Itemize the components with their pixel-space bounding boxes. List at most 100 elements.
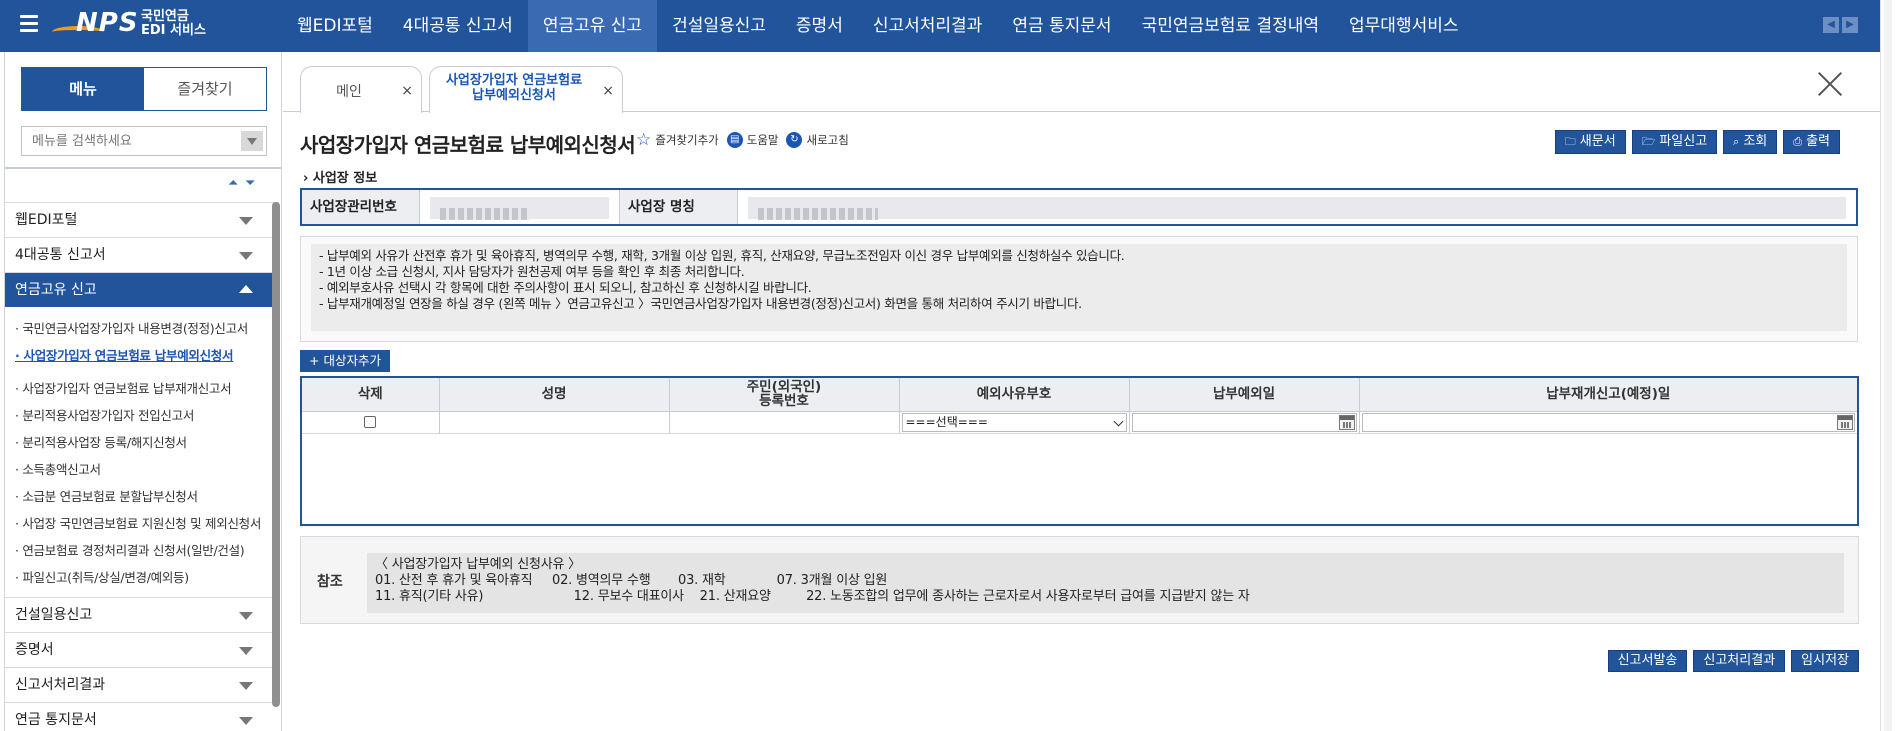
chevron-down-icon bbox=[239, 612, 253, 620]
logo-subtitle-line2: EDI 서비스 bbox=[141, 23, 206, 38]
sidebar-item-label: 웹EDI포털 bbox=[15, 212, 78, 228]
search-button[interactable]: ⌕ 조회 bbox=[1723, 130, 1778, 154]
nav-pension-notices[interactable]: 연금 통지문서 bbox=[997, 0, 1126, 52]
section-workplace-info: › 사업장 정보 bbox=[303, 171, 378, 186]
tab-label: 사업장가입자 연금보험료 납부예외신청서 bbox=[430, 73, 598, 103]
collapse-all-icon[interactable]: ⏶ bbox=[228, 177, 238, 191]
calendar-icon[interactable] bbox=[1338, 414, 1355, 430]
chevron-right-icon[interactable]: ▶ bbox=[1842, 17, 1858, 33]
print-button[interactable]: ⎙ 출력 bbox=[1783, 130, 1840, 154]
chevron-down-icon bbox=[239, 252, 253, 260]
tab-label: 메인 bbox=[336, 84, 362, 100]
calendar-icon[interactable] bbox=[1837, 414, 1853, 430]
mgmt-number-field[interactable] bbox=[430, 197, 609, 220]
add-subject-button[interactable]: + 대상자추가 bbox=[300, 350, 390, 372]
sidebar-item-label: 건설일용신고 bbox=[15, 607, 93, 623]
column-header-rrn: 주민(외국인) 등록번호 bbox=[669, 378, 900, 412]
main-content: 메인 × 사업장가입자 연금보험료 납부예외신청서 × 사업장가입자 연금보험료… bbox=[283, 52, 1880, 731]
tab-favorites[interactable]: 즐겨찾기 bbox=[144, 68, 266, 110]
new-document-button[interactable]: 🗀 새문서 bbox=[1554, 130, 1626, 154]
nav-agency-services[interactable]: 업무대행서비스 bbox=[1334, 0, 1473, 52]
rrn-cell[interactable] bbox=[669, 411, 900, 434]
nav-processing-results[interactable]: 신고서처리결과 bbox=[858, 0, 997, 52]
column-header-rrn-line2: 등록번호 bbox=[759, 393, 809, 410]
submenu-item[interactable]: · 소득총액신고서 bbox=[5, 456, 279, 483]
menu-search-input[interactable] bbox=[22, 127, 232, 155]
column-header-exception-code: 예외사유부호 bbox=[899, 378, 1130, 412]
tab-label-line2: 납부예외신청서 bbox=[472, 88, 556, 103]
nav-common-4-forms[interactable]: 4대공통 신고서 bbox=[388, 0, 528, 52]
exempt-date-input[interactable] bbox=[1131, 412, 1357, 432]
reference-line: 01. 산전 후 휴가 및 육아휴직 02. 병역의무 수행 03. 재학 07… bbox=[375, 573, 888, 588]
nav-pension-report[interactable]: 연금고유 신고 bbox=[527, 0, 658, 52]
nav-web-edi-portal[interactable]: 웹EDI포털 bbox=[282, 0, 388, 52]
sidebar-tabs: 메뉴 즐겨찾기 bbox=[21, 67, 267, 111]
sidebar-item-web-edi[interactable]: 웹EDI포털 bbox=[5, 202, 279, 237]
name-cell[interactable] bbox=[439, 411, 670, 434]
reference-text: 〈 사업장가입자 납부예외 신청사유 〉 01. 산전 후 휴가 및 육아휴직 … bbox=[367, 553, 1844, 613]
exception-code-value: ===선택=== bbox=[905, 414, 988, 429]
subject-grid: 삭제 성명 주민(외국인) 등록번호 예외사유부호 납부예외일 납부재개신고(예정… bbox=[300, 376, 1859, 526]
sidebar-scrollbar-thumb[interactable] bbox=[272, 202, 280, 707]
close-icon[interactable]: × bbox=[401, 83, 413, 99]
sidebar-item-results[interactable]: 신고서처리결과 bbox=[5, 667, 279, 702]
submenu-item[interactable]: · 파일신고(취득/상실/변경/예외등) bbox=[5, 564, 279, 591]
help-button[interactable]: ▤ 도움말 bbox=[726, 132, 778, 148]
sidebar-menu-list: 웹EDI포털 4대공통 신고서 연금고유 신고 · 국민연금사업장가입자 내용변… bbox=[5, 202, 279, 731]
window-scrollbar[interactable] bbox=[1884, 0, 1892, 731]
file-report-button[interactable]: 🗁 파일신고 bbox=[1631, 130, 1718, 154]
workplace-name-field[interactable] bbox=[748, 197, 1846, 220]
notice-line: - 1년 이상 소급 신청시, 지사 담당자가 원천공제 여부 등을 확인 후 … bbox=[319, 264, 745, 279]
temp-save-button[interactable]: 임시저장 bbox=[1791, 650, 1859, 672]
search-dropdown-icon[interactable] bbox=[241, 131, 263, 151]
search-icon: ⌕ bbox=[1733, 135, 1740, 148]
submenu-item[interactable]: · 소급분 연금보험료 분할납부신청서 bbox=[5, 483, 279, 510]
refresh-button[interactable]: ↻ 새로고침 bbox=[786, 132, 849, 148]
close-all-icon[interactable] bbox=[1816, 70, 1844, 98]
workplace-name-label: 사업장 명칭 bbox=[620, 190, 738, 224]
add-favorite-button[interactable]: ☆ 즐겨찾기추가 bbox=[636, 132, 719, 149]
submenu-item[interactable]: · 사업장가입자 연금보험료 납부재개신고서 bbox=[5, 375, 279, 402]
sidebar-item-label: 4대공통 신고서 bbox=[15, 247, 106, 263]
hamburger-menu-icon[interactable] bbox=[20, 15, 38, 35]
exempt-date-cell bbox=[1129, 411, 1360, 434]
notice-line: - 납부예외 사유가 산전후 휴가 및 육아휴직, 병역의무 수행, 재학, 3… bbox=[319, 248, 1125, 263]
sidebar-item-label: 신고서처리결과 bbox=[15, 677, 106, 693]
notice-box: - 납부예외 사유가 산전후 휴가 및 육아휴직, 병역의무 수행, 재학, 3… bbox=[300, 236, 1858, 342]
column-header-resume-date: 납부재개신고(예정)일 bbox=[1359, 378, 1857, 412]
exception-code-select[interactable]: ===선택=== bbox=[901, 412, 1127, 432]
sidebar-item-pension-report[interactable]: 연금고유 신고 bbox=[5, 272, 279, 307]
nav-construction-daily[interactable]: 건설일용신고 bbox=[657, 0, 781, 52]
send-report-button[interactable]: 신고서발송 bbox=[1607, 650, 1688, 672]
sidebar-item-label: 연금고유 신고 bbox=[15, 282, 97, 298]
tab-main[interactable]: 메인 × bbox=[300, 66, 422, 113]
chevron-down-icon bbox=[239, 647, 253, 655]
top-nav-menu: 웹EDI포털 4대공통 신고서 연금고유 신고 건설일용신고 증명서 신고서처리… bbox=[282, 0, 1474, 52]
expand-all-icon[interactable]: ⏷ bbox=[245, 177, 255, 191]
nav-premium-decisions[interactable]: 국민연금보험료 결정내역 bbox=[1127, 0, 1334, 52]
submenu-item[interactable]: · 연금보험료 경정처리결과 신청서(일반/건설) bbox=[5, 537, 279, 564]
chevron-left-icon[interactable]: ◀ bbox=[1823, 17, 1839, 33]
exception-code-cell: ===선택=== bbox=[899, 411, 1130, 434]
resume-date-input[interactable] bbox=[1361, 412, 1855, 432]
close-icon[interactable]: × bbox=[602, 83, 614, 99]
chevron-down-icon bbox=[239, 217, 253, 225]
sidebar-item-certificates[interactable]: 증명서 bbox=[5, 632, 279, 667]
sidebar-item-common-4[interactable]: 4대공통 신고서 bbox=[5, 237, 279, 272]
submenu-item[interactable]: · 사업장 국민연금보험료 지원신청 및 제외신청서 bbox=[5, 510, 279, 537]
submenu-item[interactable]: · 국민연금사업장가입자 내용변경(정정)신고서 bbox=[5, 315, 279, 342]
submenu-item[interactable]: · 분리적용사업장 등록/해지신청서 bbox=[5, 429, 279, 456]
submenu-item-selected[interactable]: · 사업장가입자 연금보험료 납부예외신청서 bbox=[5, 342, 279, 369]
sidebar-submenu: · 국민연금사업장가입자 내용변경(정정)신고서 · 사업장가입자 연금보험료 … bbox=[5, 307, 279, 597]
nps-logo[interactable]: NPS 국민연금 EDI 서비스 bbox=[52, 8, 277, 44]
tab-menu[interactable]: 메뉴 bbox=[22, 68, 144, 110]
submenu-item[interactable]: · 분리적용사업장가입자 전입신고서 bbox=[5, 402, 279, 429]
tab-exemption-application[interactable]: 사업장가입자 연금보험료 납부예외신청서 × bbox=[429, 66, 623, 113]
report-result-button[interactable]: 신고처리결과 bbox=[1693, 650, 1786, 672]
sidebar: 메뉴 즐겨찾기 ⏶ ⏷ 웹EDI포털 4대공통 신고서 연금고유 신고 · 국민… bbox=[4, 52, 282, 731]
expand-collapse-all: ⏶ ⏷ bbox=[228, 177, 264, 191]
sidebar-item-construction[interactable]: 건설일용신고 bbox=[5, 597, 279, 632]
sidebar-item-notices[interactable]: 연금 통지문서 bbox=[5, 702, 279, 731]
delete-checkbox[interactable] bbox=[364, 416, 377, 428]
nav-certificates[interactable]: 증명서 bbox=[781, 0, 858, 52]
